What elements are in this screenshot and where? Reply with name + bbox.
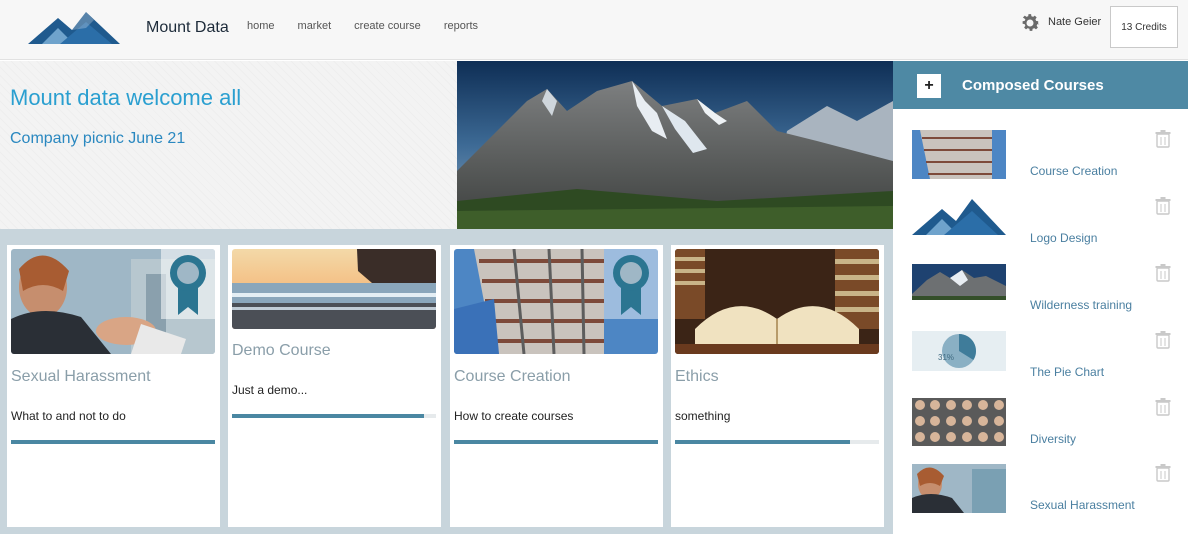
course-title[interactable]: Sexual Harassment [11,368,151,386]
composed-courses-title: Composed Courses [962,77,1104,94]
course-title[interactable]: Ethics [675,368,719,386]
nav-home[interactable]: home [247,20,275,32]
course-thumbnail[interactable] [675,249,879,354]
course-title[interactable]: Demo Course [232,342,331,360]
list-item[interactable]: Course Creation [893,130,1188,190]
course-title[interactable]: Course Creation [454,368,571,386]
list-item[interactable]: Sexual Harassment [893,464,1188,524]
mountain-photo [457,61,893,229]
add-course-button[interactable]: + [917,74,941,98]
course-card[interactable]: Sexual Harassment What to and not to do [7,245,220,527]
course-thumbnail[interactable] [912,197,1006,237]
user-name[interactable]: Nate Geier [1048,16,1101,28]
course-progress-bar [11,440,215,444]
trash-icon[interactable] [1155,398,1171,416]
course-thumbnail[interactable] [912,464,1006,513]
course-description: How to create courses [454,409,574,423]
list-item[interactable]: 31% The Pie Chart [893,331,1188,391]
composed-courses-list: Course Creation Logo Design Wilderness t… [893,109,1188,534]
nav-market[interactable]: market [298,20,332,32]
progress-fill [232,414,424,418]
credits-button[interactable]: 13 Credits [1110,6,1178,48]
main-nav: home market create course reports [247,20,478,32]
woman-thumb [912,464,1006,513]
course-progress-bar [675,440,879,444]
logo-thumb [912,199,1006,235]
course-description: Just a demo... [232,383,308,397]
list-item[interactable]: Diversity [893,398,1188,458]
welcome-subtitle[interactable]: Company picnic June 21 [10,130,185,148]
award-ribbon-icon [604,249,658,319]
trash-icon[interactable] [1155,264,1171,282]
composed-course-link[interactable]: Sexual Harassment [1030,498,1135,512]
top-navigation-bar: Mount Data home market create course rep… [0,0,1188,60]
course-progress-bar [454,440,658,444]
trash-icon[interactable] [1155,464,1171,482]
composed-course-link[interactable]: The Pie Chart [1030,365,1104,379]
faces-grid-thumb [912,398,1006,446]
course-thumbnail[interactable] [454,249,658,354]
course-card[interactable]: Ethics something [671,245,884,527]
course-thumbnail[interactable]: 31% [912,331,1006,371]
mountains-thumb [912,264,1006,300]
course-thumbnail[interactable] [912,264,1006,300]
composed-course-link[interactable]: Diversity [1030,432,1076,446]
course-thumbnail[interactable] [912,398,1006,446]
progress-fill [11,440,215,444]
composed-course-link[interactable]: Wilderness training [1030,298,1132,312]
course-card[interactable]: Course Creation How to create courses [450,245,663,527]
course-card[interactable]: Demo Course Just a demo... [228,245,441,527]
welcome-title: Mount data welcome all [10,85,242,110]
list-item[interactable]: Wilderness training [893,264,1188,324]
brand-name[interactable]: Mount Data [146,19,229,37]
course-thumbnail[interactable] [11,249,215,354]
pie-chart-thumb: 31% [938,334,976,368]
open-book-photo [675,249,879,354]
welcome-panel: Mount data welcome all Company picnic Ju… [0,61,457,229]
building-thumb [912,130,1006,179]
trash-icon[interactable] [1155,197,1171,215]
beach-sunset-photo [232,249,436,329]
course-thumbnail[interactable] [912,130,1006,179]
trash-icon[interactable] [1155,331,1171,349]
nav-reports[interactable]: reports [444,20,478,32]
gear-icon[interactable] [1018,11,1042,35]
trash-icon[interactable] [1155,130,1171,148]
progress-fill [454,440,658,444]
course-description: something [675,409,731,423]
composed-course-link[interactable]: Course Creation [1030,164,1117,178]
course-thumbnail[interactable] [232,249,436,329]
pie-percent-label: 31% [938,353,954,362]
progress-fill [675,440,851,444]
composed-courses-header: + Composed Courses [893,61,1188,109]
composed-course-link[interactable]: Logo Design [1030,231,1097,245]
hero-mountain-image [457,61,893,229]
course-description: What to and not to do [11,409,126,423]
list-item[interactable]: Logo Design [893,197,1188,257]
course-cards-area: Sexual Harassment What to and not to do [0,229,893,534]
mount-data-logo[interactable] [28,8,120,46]
course-progress-bar [232,414,436,418]
award-ribbon-icon [161,249,215,319]
nav-create-course[interactable]: create course [354,20,421,32]
